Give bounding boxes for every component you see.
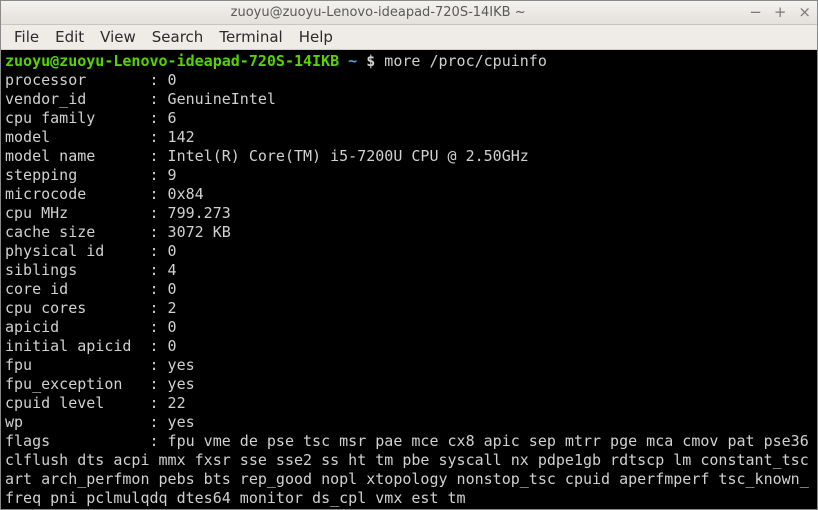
close-button[interactable]: × xyxy=(798,5,811,20)
minimize-button[interactable]: − xyxy=(749,5,762,20)
window-title: zuoyu@zuoyu-Lenovo-ideapad-720S-14IKB ~ xyxy=(7,5,749,20)
cpuinfo-listing: processor : 0 vendor_id : GenuineIntel c… xyxy=(5,71,813,432)
prompt-path: ~ xyxy=(348,52,357,70)
window-controls: − + × xyxy=(749,5,811,20)
terminal-output[interactable]: zuoyu@zuoyu-Lenovo-ideapad-720S-14IKB ~ … xyxy=(1,50,817,509)
menu-file[interactable]: File xyxy=(7,26,46,48)
menu-terminal[interactable]: Terminal xyxy=(212,26,289,48)
menu-edit[interactable]: Edit xyxy=(48,26,91,48)
prompt-userhost: zuoyu@zuoyu-Lenovo-ideapad-720S-14IKB xyxy=(5,52,339,70)
menubar: File Edit View Search Terminal Help xyxy=(1,25,817,50)
terminal-window: zuoyu@zuoyu-Lenovo-ideapad-720S-14IKB ~ … xyxy=(0,0,818,510)
prompt-symbol: $ xyxy=(366,52,375,70)
menu-help[interactable]: Help xyxy=(292,26,340,48)
maximize-button[interactable]: + xyxy=(774,5,787,20)
titlebar[interactable]: zuoyu@zuoyu-Lenovo-ideapad-720S-14IKB ~ … xyxy=(1,1,817,25)
menu-view[interactable]: View xyxy=(93,26,143,48)
command-text: more /proc/cpuinfo xyxy=(384,52,547,70)
cpuinfo-flags-row: flags : fpu vme de pse tsc msr pae mce c… xyxy=(5,432,813,508)
menu-search[interactable]: Search xyxy=(145,26,211,48)
